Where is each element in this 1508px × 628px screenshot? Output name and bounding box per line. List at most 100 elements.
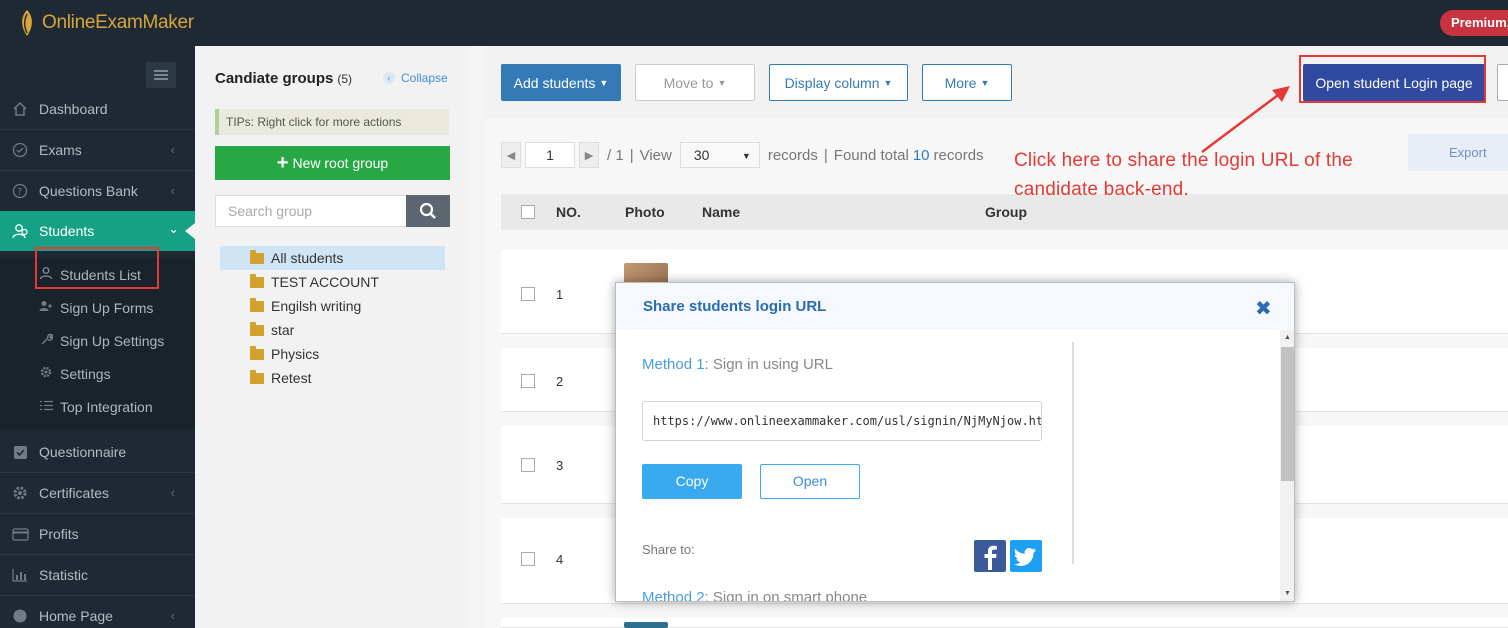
modal-scrollbar[interactable]: ▲ ▼ (1280, 330, 1294, 601)
search-group-input[interactable]: Search group (215, 195, 406, 227)
top-bar: OnlineExamMaker Premium, (0, 0, 1508, 46)
method-2-heading: Method 2: Sign in on smart phone (642, 589, 868, 602)
tree-item[interactable]: Retest (220, 366, 445, 390)
chevron-left-icon: ‹ (170, 183, 175, 198)
sidebar-item-label: Dashboard (39, 101, 108, 117)
annotation-text: Click here to share the login URL of the… (1014, 150, 1353, 200)
sidebar-item-questions-bank[interactable]: ? Questions Bank ‹ (0, 171, 195, 211)
tree-item[interactable]: Physics (220, 342, 445, 366)
sidebar-item-questionnaire[interactable]: Questionnaire (0, 432, 195, 472)
copy-button[interactable]: Copy (642, 464, 742, 499)
found-label: Found total (833, 146, 909, 164)
tree-item-label: All students (271, 250, 344, 266)
scroll-down-icon[interactable]: ▼ (1284, 590, 1291, 597)
overflow-button[interactable] (1497, 64, 1508, 101)
users-icon (11, 222, 29, 240)
column-header[interactable]: Group (985, 204, 1027, 220)
globe-icon (11, 607, 29, 625)
share-label: Share to: (642, 542, 695, 557)
twitter-icon[interactable] (1010, 540, 1042, 572)
move-to-button[interactable]: Move to ▼ (635, 64, 755, 101)
caret-down-icon: ▼ (883, 77, 893, 88)
prev-page-button[interactable]: ◀ (501, 142, 521, 168)
tree-item-label: Engilsh writing (271, 298, 362, 314)
folder-icon (250, 345, 264, 360)
column-header[interactable]: NO. (556, 204, 581, 220)
wrench-icon (39, 333, 53, 349)
brand-name: OnlineExamMaker (42, 12, 194, 33)
scroll-up-icon[interactable]: ▲ (1284, 334, 1291, 341)
column-header[interactable]: Photo (625, 204, 665, 220)
tree-item-label: Retest (271, 370, 312, 386)
user-plus-icon (39, 300, 53, 315)
tips-banner: TIPs: Right click for more actions (215, 109, 449, 135)
tree-item[interactable]: star (220, 318, 445, 342)
next-page-button[interactable]: ▶ (579, 142, 599, 168)
new-root-group-button[interactable]: + New root group (215, 146, 450, 180)
caret-down-icon: ▼ (599, 77, 609, 88)
card-icon (11, 525, 29, 543)
add-students-button[interactable]: Add students ▼ (501, 64, 621, 101)
sidebar-item-label: Students (39, 223, 95, 239)
page-size-select[interactable]: 30 ▼ (679, 142, 760, 168)
sidebar-item-certificates[interactable]: Certificates ‹ (0, 473, 195, 513)
facebook-icon[interactable] (974, 540, 1006, 572)
folder-icon (250, 249, 264, 264)
submenu-item-sign-up-forms[interactable]: Sign Up Forms (0, 291, 195, 324)
panel-splitter[interactable] (469, 46, 485, 628)
menu-toggle-icon[interactable] (146, 62, 176, 88)
table-row[interactable] (501, 618, 1508, 628)
sidebar-item-students[interactable]: Students ⌄ (0, 211, 195, 251)
sidebar-item-dashboard[interactable]: Dashboard (0, 89, 195, 129)
chevron-down-icon: ⌄ (168, 221, 179, 236)
collapse-button[interactable]: ‹ Collapse (383, 71, 448, 85)
app-logo[interactable]: OnlineExamMaker (14, 8, 194, 38)
tree-item-label: Physics (271, 346, 320, 362)
tree-item[interactable]: TEST ACCOUNT (220, 270, 445, 294)
separator: | (823, 146, 828, 164)
chevron-left-icon: ‹ (170, 142, 175, 157)
open-button[interactable]: Open (760, 464, 860, 499)
row-checkbox[interactable] (521, 458, 535, 472)
caret-down-icon: ▼ (717, 77, 727, 88)
premium-badge[interactable]: Premium, (1440, 10, 1508, 36)
chevron-left-icon: ‹ (170, 485, 175, 500)
close-icon[interactable]: ✖ (1255, 296, 1272, 321)
submenu-item-sign-up-settings[interactable]: Sign Up Settings (0, 324, 195, 357)
method-number: Method 1 (642, 356, 705, 373)
records-suffix: records (933, 146, 984, 164)
tree-item[interactable]: Engilsh writing (220, 294, 445, 318)
sidebar-item-home-page[interactable]: Home Page ‹ (0, 596, 195, 628)
row-checkbox[interactable] (521, 287, 535, 301)
scroll-thumb[interactable] (1281, 347, 1294, 481)
page-size-value: 30 (693, 147, 710, 163)
sidebar-item-label: Profits (39, 526, 79, 542)
sidebar-item-label: Questionnaire (39, 444, 127, 460)
method-text: : Sign in on smart phone (704, 589, 868, 602)
move-to-label: Move to (663, 74, 714, 91)
more-label: More (944, 74, 977, 91)
submenu-item-settings[interactable]: Settings (0, 357, 195, 390)
display-column-button[interactable]: Display column ▼ (769, 64, 908, 101)
sidebar-item-exams[interactable]: Exams ‹ (0, 130, 195, 170)
sidebar-item-statistic[interactable]: Statistic (0, 555, 195, 595)
column-header[interactable]: Name (702, 204, 740, 220)
row-checkbox[interactable] (521, 552, 535, 566)
search-button[interactable] (406, 195, 450, 227)
new-root-label: New root group (292, 155, 389, 171)
login-url-field[interactable]: https://www.onlineexammaker.com/usl/sign… (642, 401, 1042, 441)
row-number: 1 (556, 287, 564, 302)
row-checkbox[interactable] (521, 374, 535, 388)
sidebar: Dashboard Exams ‹ ? Questions Bank ‹ Stu… (0, 46, 195, 628)
tree-item-all-students[interactable]: All students (220, 246, 445, 270)
checkbox-icon (11, 443, 29, 461)
pagination: ◀ 1 ▶ / 1 | View 30 ▼ records | Found to… (501, 142, 984, 168)
collapse-label: Collapse (401, 71, 448, 85)
page-input[interactable]: 1 (525, 142, 575, 168)
gear-icon (39, 366, 53, 381)
select-all-checkbox[interactable] (521, 205, 535, 219)
submenu-item-top-integration[interactable]: Top Integration (0, 390, 195, 423)
sidebar-item-profits[interactable]: Profits (0, 514, 195, 554)
more-button[interactable]: More ▼ (922, 64, 1012, 101)
submenu-item-label: Top Integration (60, 398, 153, 415)
